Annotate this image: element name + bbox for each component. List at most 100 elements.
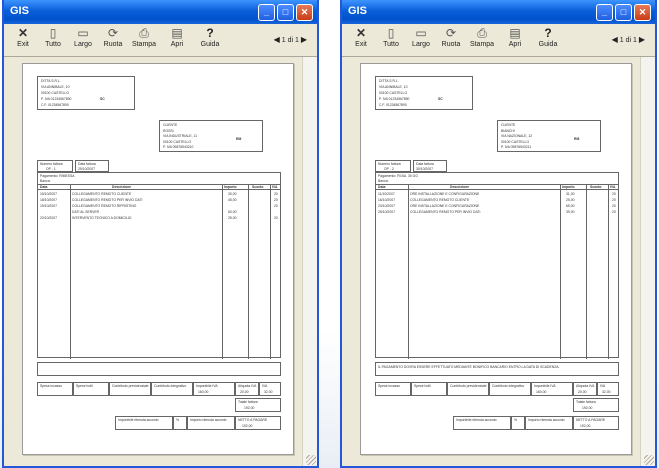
toolbar-button-largo[interactable]: ▭ Largo	[408, 26, 434, 49]
toolbar-button-exit[interactable]: ✕ Exit	[348, 26, 374, 49]
toolbar-button-ruota[interactable]: ⟳ Ruota	[100, 26, 126, 49]
recipient-line: CLIENTE	[163, 123, 178, 127]
minimize-button[interactable]: _	[258, 4, 275, 21]
recipient-code: RM	[236, 137, 242, 141]
summary-cell: Contributo previdenziale	[447, 382, 489, 396]
summary-label: Contributo previdenziale	[112, 384, 149, 388]
table-header-top-rule	[376, 184, 618, 185]
summary-cell: IVA 32,00	[259, 382, 281, 396]
row-description: DATI AL SERVER	[72, 210, 100, 214]
summary-cell: Aliquota IVA 20,00	[235, 382, 259, 396]
summary-label: Spese incasso	[378, 384, 401, 388]
document-viewer[interactable]: DITTA S.R.L. VIA ANNIBALE, 10 00100 CASTEL…	[4, 57, 317, 466]
invoice-number-box: Numero fattura OP - 2	[375, 160, 411, 172]
footer-cell: %	[511, 416, 525, 430]
summary-cell: Contributo integrativo	[151, 382, 193, 396]
notes-box	[37, 362, 281, 376]
toolbar-button-guida[interactable]: ? Guida	[535, 26, 561, 49]
next-page-arrow-icon[interactable]: ▶	[301, 35, 307, 44]
title-bar[interactable]: GIS _ □ ✕	[342, 0, 655, 24]
toolbar: ✕ Exit ▯ Tutto ▭ Largo ⟳ Ruota ⎙ Stampa ▤ Apri? Guid…	[4, 24, 317, 57]
sender-line: DITTA S.R.L.	[41, 79, 61, 83]
bank-line: Banca:	[40, 179, 51, 183]
toolbar-button-tutto[interactable]: ▯ Tutto	[40, 26, 66, 49]
toolbar-button-tutto[interactable]: ▯ Tutto	[378, 26, 404, 49]
toolbar-button-ruota[interactable]: ⟳ Ruota	[438, 26, 464, 49]
minimize-button[interactable]: _	[596, 4, 613, 21]
resize-grip-icon[interactable]	[306, 455, 316, 465]
row-date: 18/10/2007	[40, 198, 57, 202]
toolbar-button-stampa[interactable]: ⎙ Stampa	[469, 26, 495, 49]
resize-grip-icon[interactable]	[644, 455, 654, 465]
summary-label: Spese bolli	[414, 384, 431, 388]
maximize-button[interactable]: □	[615, 4, 632, 21]
toolbar-label: Apri	[170, 41, 184, 48]
toolbar-label: Largo	[74, 41, 92, 48]
row-description: COLLEGAMENTO REMOTO CLIENTE	[410, 198, 470, 202]
payment-line: Pagamento: RIMESSA	[40, 174, 75, 178]
row-description: ORE INSTALLAZIONE E CONFIGURAZIONE	[410, 204, 480, 208]
toolbar-button-largo[interactable]: ▭ Largo	[70, 26, 96, 49]
total-label: Totale fattura	[576, 400, 596, 404]
summary-value: 160,00	[198, 390, 209, 394]
summary-label: Contributo integrativo	[492, 384, 525, 388]
column-header: Descrizione	[450, 185, 470, 189]
maximize-button[interactable]: □	[277, 4, 294, 21]
column-header: Importo	[562, 185, 575, 189]
summary-cell: Spese incasso	[375, 382, 411, 396]
items-table: Pagamento: RI.BA. 30 GG Banca: Data Descriz…	[375, 172, 619, 359]
title-bar[interactable]: GIS _ □ ✕	[4, 0, 317, 24]
toolbar-label: Tutto	[45, 41, 61, 48]
close-button[interactable]: ✕	[296, 4, 313, 21]
toolbar-label: Exit	[17, 41, 29, 48]
recipient-box: CLIENTE ROSSI VIA INDUSTRIALE, 11 00100 CAS…	[159, 120, 263, 152]
row-amount: 25,00	[228, 216, 237, 220]
row-amount: 31,00	[566, 192, 575, 196]
column-header: Importo	[224, 185, 237, 189]
toolbar-button-guida[interactable]: ? Guida	[197, 26, 223, 49]
summary-label: Contributo previdenziale	[450, 384, 487, 388]
prev-page-arrow-icon[interactable]: ◀	[612, 35, 618, 44]
window-title: GIS	[10, 5, 29, 17]
invoice-number-value: OP - 1	[46, 167, 56, 171]
footer-label: %	[176, 418, 180, 422]
open-icon: ▤	[509, 26, 521, 40]
recipient-box: CLIENTE BIANCHI VIA NAZIONALE, 12 00100 CAS…	[497, 120, 601, 152]
toolbar-label: Exit	[355, 41, 367, 48]
summary-cell: Spese bolli	[73, 382, 109, 396]
row-description: COLLEGAMENTO REMOTO CLIENTE	[72, 192, 132, 196]
close-icon: ✕	[355, 26, 367, 40]
row-iva: 20	[612, 210, 616, 214]
toolbar-button-exit[interactable]: ✕ Exit	[10, 26, 36, 49]
vertical-scrollbar[interactable]	[640, 57, 655, 466]
footer-cell: NETTO A PAGARE 192,00	[235, 416, 281, 430]
prev-page-arrow-icon[interactable]: ◀	[274, 35, 280, 44]
summary-cell: Contributo integrativo	[489, 382, 531, 396]
toolbar-label: Stampa	[469, 41, 495, 48]
summary-value: 32,00	[264, 390, 273, 394]
document-viewer[interactable]: DITTA S.R.L. VIA ANNIBALE, 10 00100 CASTEL…	[342, 57, 655, 466]
close-button[interactable]: ✕	[634, 4, 651, 21]
recipient-line: P. IVA 09876543210	[163, 145, 194, 149]
fit-width-icon: ▭	[77, 26, 89, 40]
row-date: 11/10/2007	[378, 192, 395, 196]
row-date: 19/10/2007	[40, 204, 57, 208]
recipient-line: 00100 CASTELLO	[163, 139, 192, 144]
summary-label: Aliquota IVA	[238, 384, 257, 388]
column-header: IVA	[272, 185, 278, 189]
page-indicator: 1 di 1	[619, 37, 637, 44]
recipient-code: RM	[574, 137, 580, 141]
summary-label: Spese incasso	[40, 384, 63, 388]
toolbar-button-apri[interactable]: ▤ Apri	[502, 26, 528, 49]
next-page-arrow-icon[interactable]: ▶	[639, 35, 645, 44]
vertical-scrollbar[interactable]	[302, 57, 317, 466]
recipient-line: 00100 CASTELLO	[501, 139, 530, 144]
footer-label: Imponibile ritenuta acconto	[456, 418, 497, 422]
footer-label: Importo ritenuta acconto	[528, 418, 565, 422]
toolbar-button-stampa[interactable]: ⎙ Stampa	[131, 26, 157, 49]
total-value: 192,00	[582, 406, 593, 410]
toolbar-button-apri[interactable]: ▤ Apri	[164, 26, 190, 49]
recipient-line: BIANCHI	[501, 128, 515, 133]
row-iva: 20	[274, 216, 278, 220]
footer-cell: NETTO A PAGARE 192,00	[573, 416, 619, 430]
